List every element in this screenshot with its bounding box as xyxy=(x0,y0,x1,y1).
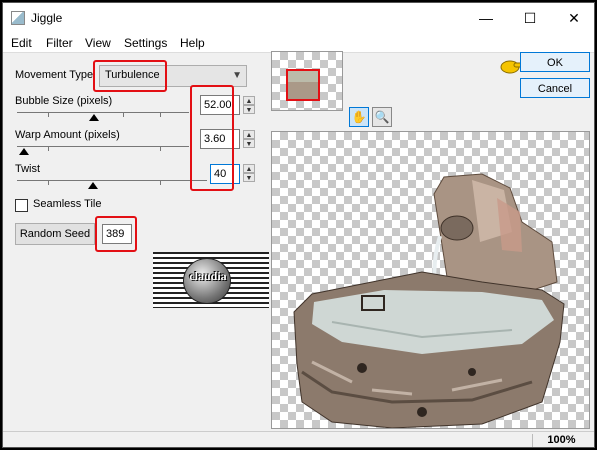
warp-amount-track xyxy=(17,146,189,147)
warp-amount-label: Warp Amount (pixels) xyxy=(15,129,120,141)
slider-tick xyxy=(160,147,161,151)
slider-tick xyxy=(48,147,49,151)
spin-down-icon[interactable]: ▼ xyxy=(243,105,255,114)
warp-amount-spinner[interactable]: ▲ ▼ xyxy=(243,130,255,148)
preview-canvas[interactable] xyxy=(271,131,590,429)
menu-edit[interactable]: Edit xyxy=(11,36,32,50)
seamless-tile-label: Seamless Tile xyxy=(33,198,102,210)
chevron-down-icon: ▼ xyxy=(232,70,242,81)
spin-up-icon[interactable]: ▲ xyxy=(243,164,255,173)
highlight-movement-type xyxy=(93,60,167,92)
maximize-button[interactable]: ☐ xyxy=(507,3,553,33)
spin-down-icon[interactable]: ▼ xyxy=(243,139,255,148)
navigator-viewport-box[interactable] xyxy=(286,69,320,101)
bubble-size-slider-thumb[interactable] xyxy=(89,114,100,121)
menu-filter[interactable]: Filter xyxy=(46,36,73,50)
close-button[interactable]: ✕ xyxy=(551,3,594,33)
spin-up-icon[interactable]: ▲ xyxy=(243,130,255,139)
twist-slider-thumb[interactable] xyxy=(88,182,98,189)
menu-bar: Edit Filter View Settings Help xyxy=(3,33,594,53)
bubble-size-spinner[interactable]: ▲ ▼ xyxy=(243,96,255,114)
menu-view[interactable]: View xyxy=(85,36,111,50)
bubble-size-label: Bubble Size (pixels) xyxy=(15,95,113,107)
slider-tick xyxy=(123,113,124,117)
ok-button[interactable]: OK xyxy=(520,52,590,72)
menu-settings[interactable]: Settings xyxy=(124,36,167,50)
twist-label: Twist xyxy=(15,163,41,175)
slider-tick xyxy=(160,181,161,185)
window-title: Jiggle xyxy=(31,11,63,25)
title-bar: Jiggle — ☐ ✕ xyxy=(3,3,594,33)
twist-track xyxy=(17,180,207,181)
app-icon xyxy=(11,11,25,25)
hand-icon[interactable]: ✋ xyxy=(349,107,369,127)
warp-amount-slider-thumb[interactable] xyxy=(18,148,29,155)
slider-tick xyxy=(48,181,49,185)
cancel-button[interactable]: Cancel xyxy=(520,78,590,98)
zoom-level: 100% xyxy=(532,434,590,447)
slider-tick xyxy=(160,113,161,117)
twist-spinner[interactable]: ▲ ▼ xyxy=(243,164,255,182)
highlight-numeric-values xyxy=(190,85,234,191)
claudia-watermark: claudia xyxy=(153,252,269,308)
spin-down-icon[interactable]: ▼ xyxy=(243,173,255,182)
minimize-button[interactable]: — xyxy=(463,3,509,33)
movement-type-label: Movement Type xyxy=(15,69,94,81)
spin-up-icon[interactable]: ▲ xyxy=(243,96,255,105)
seamless-tile-checkbox[interactable] xyxy=(15,199,28,212)
status-bar: 100% xyxy=(3,431,594,447)
random-seed-button[interactable]: Random Seed xyxy=(15,223,95,245)
menu-help[interactable]: Help xyxy=(180,36,205,50)
watermark-text: claudia xyxy=(189,269,227,283)
zoom-icon[interactable]: 🔍 xyxy=(372,107,392,127)
slider-tick xyxy=(48,113,49,117)
fountain-image xyxy=(293,173,565,428)
highlight-random-seed xyxy=(95,216,137,252)
bubble-size-track xyxy=(17,112,189,113)
jiggle-dialog: Jiggle — ☐ ✕ Edit Filter View Settings H… xyxy=(2,2,595,448)
